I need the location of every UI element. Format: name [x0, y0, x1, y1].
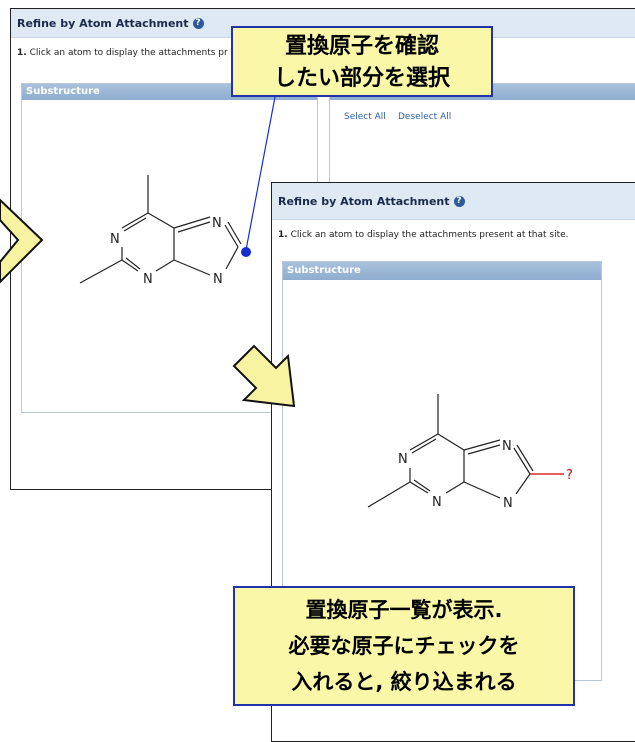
help-icon[interactable]: ? [192, 17, 204, 29]
select-all-link[interactable]: Select All [344, 112, 386, 122]
result-callout: 置換原子一覧が表示. 必要な原子にチェックを 入れると, 絞り込まれる [233, 586, 575, 706]
attachment-marker[interactable]: ? [566, 468, 573, 483]
atom-n-label[interactable]: N [502, 439, 512, 454]
left-arrow-icon [0, 198, 44, 284]
callout-line: 必要な原子にチェックを [288, 634, 520, 658]
select-atom-callout: 置換原子を確認 したい部分を選択 [231, 26, 493, 97]
callout-line: 置換原子を確認 [284, 34, 439, 59]
down-right-arrow-icon [232, 344, 296, 408]
callout-line: 入れると, 絞り込まれる [291, 670, 517, 694]
atom-n-label[interactable]: N [143, 272, 153, 287]
back-molecule-structure[interactable]: N N N N [60, 165, 300, 345]
atom-n-label[interactable]: N [398, 452, 408, 467]
deselect-all-link[interactable]: Deselect All [398, 112, 451, 122]
atom-n-label[interactable]: N [212, 216, 222, 231]
back-instruction-text: Click an atom to display the attachments… [29, 48, 228, 58]
back-instruction-step: 1. [17, 48, 27, 58]
help-icon[interactable]: ? [453, 195, 465, 207]
atom-n-label[interactable]: N [110, 232, 120, 247]
front-instruction-step: 1. [278, 230, 288, 240]
front-molecule-structure[interactable]: N N N N ? [360, 390, 620, 550]
callout-line: したい部分を選択 [273, 66, 450, 91]
atom-n-label[interactable]: N [213, 272, 223, 287]
front-instruction: 1. Click an atom to display the attachme… [272, 220, 635, 240]
callout-line: 置換原子一覧が表示. [305, 598, 503, 622]
front-panel-title: Refine by Atom Attachment [278, 194, 450, 208]
back-panel-title: Refine by Atom Attachment [17, 16, 189, 30]
front-substructure-label: Substructure [283, 262, 601, 280]
front-instruction-text: Click an atom to display the attachments… [290, 230, 569, 240]
atom-n-label[interactable]: N [503, 496, 513, 511]
front-panel-header: Refine by Atom Attachment ? [272, 183, 635, 220]
atom-n-label[interactable]: N [432, 495, 442, 510]
